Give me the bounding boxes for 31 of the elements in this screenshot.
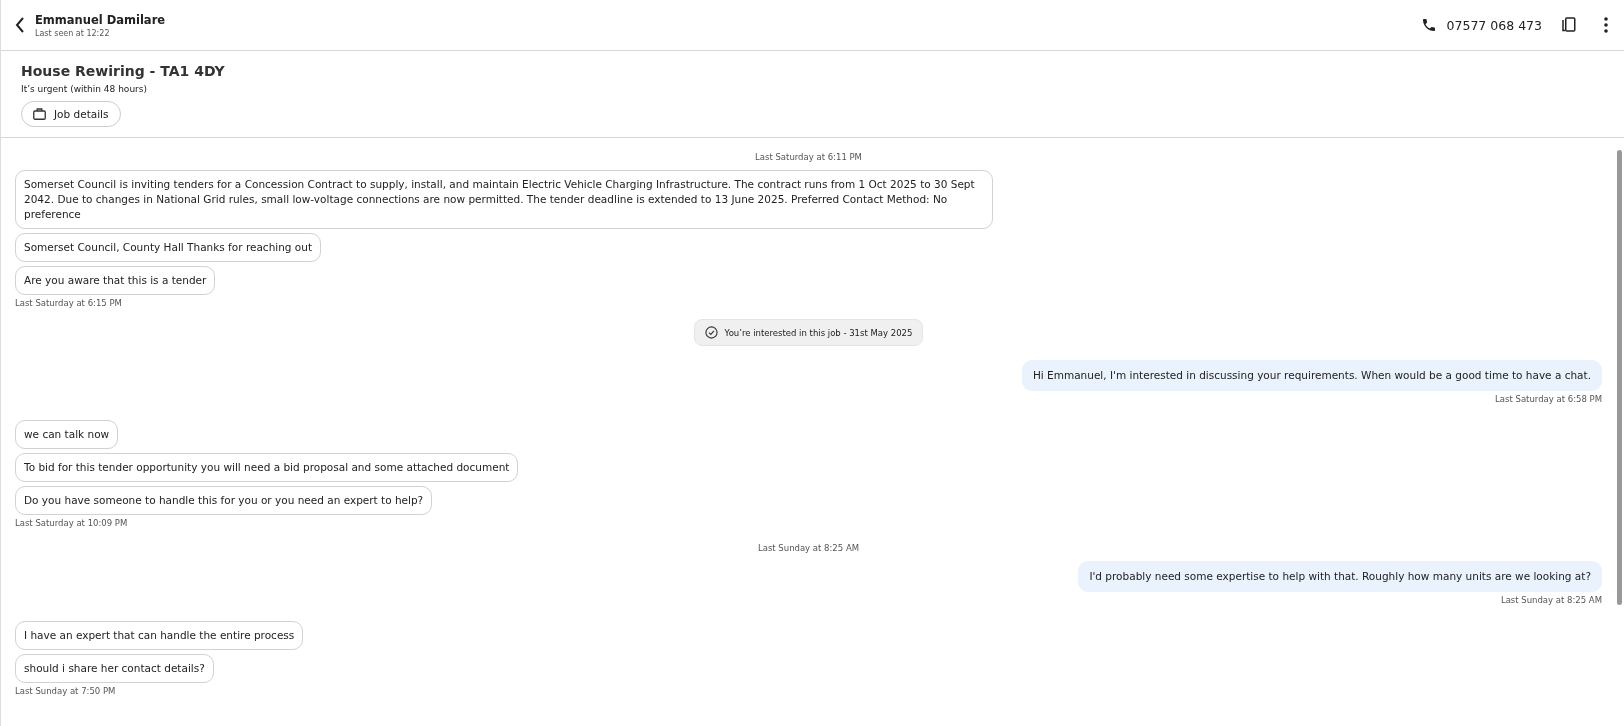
message-bubble: we can talk now: [15, 420, 119, 449]
message-bubble: Hi Emmanuel, I'm interested in discussing your requirements. When would be a good time to have a chat.: [1021, 360, 1602, 391]
more-menu-icon[interactable]: [1604, 17, 1608, 33]
date-divider: Last Saturday at 6:11 PM: [755, 152, 862, 162]
message-bubble: I have an expert that can handle the entire process: [15, 621, 304, 650]
message-bubble: Are you aware that this is a tender: [15, 266, 216, 295]
urgency-text: It’s urgent (within 48 hours): [21, 84, 147, 94]
message-timestamp: Last Sunday at 8:25 AM: [1500, 595, 1602, 605]
scrollbar[interactable]: [1617, 150, 1622, 605]
job-title: House Rewiring - TA1 4DY: [21, 63, 225, 79]
message-bubble: should i share her contact details?: [15, 654, 214, 683]
job-details-button[interactable]: Job details: [21, 101, 121, 127]
last-seen-text: Last seen at 12:22: [35, 28, 111, 38]
message-bubble: Somerset Council, County Hall Thanks for reaching out: [15, 233, 322, 262]
message-bubble: I'd probably need some expertise to help with that. Roughly how many units are we looking at?: [1078, 561, 1602, 592]
status-notice-text: You’re interested in this job - 31st May 2025: [724, 327, 913, 338]
contact-name: Emmanuel Damilare: [35, 12, 166, 27]
check-circle-icon: [704, 326, 718, 339]
message-timestamp: Last Saturday at 6:58 PM: [1495, 394, 1602, 404]
message-timestamp: Last Saturday at 10:09 PM: [15, 518, 128, 528]
briefcase-icon: [33, 108, 46, 120]
message-timestamp: Last Saturday at 6:15 PM: [15, 298, 122, 308]
copy-icon[interactable]: [1562, 17, 1576, 33]
message-bubble: Do you have someone to handle this for you or you need an expert to help?: [15, 486, 433, 515]
message-bubble: Somerset Council is inviting tenders for a Concession Contract to supply, install, and maintain Electric Vehicle Charging Infrastructure. The contract runs from 1 Oct 2025 to 30 Sept 2042. Due to changes in National Grid rules, small low-voltage connections are now permitted. The tender deadline is extended to 13 June 2025. Preferred Contact Method: No preference: [15, 170, 993, 229]
phone-number: 07577 068 473: [1446, 17, 1542, 33]
phone-icon: [1420, 17, 1437, 33]
back-icon[interactable]: [15, 17, 25, 33]
message-timestamp: Last Sunday at 7:50 PM: [15, 686, 116, 696]
message-bubble: To bid for this tender opportunity you will need a bid proposal and some attached document: [15, 453, 519, 482]
date-divider: Last Sunday at 8:25 AM: [757, 543, 860, 553]
